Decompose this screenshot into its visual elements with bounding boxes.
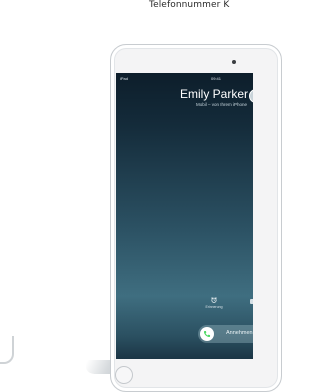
caption-text: Telefonnummer K [149, 0, 230, 10]
caller-subtitle: Mobil – von Ihrem iPhone [195, 102, 247, 107]
front-camera [232, 60, 236, 64]
message-icon[interactable] [250, 299, 253, 304]
caller-avatar [249, 89, 253, 103]
ipad-screen: iPad 09:41 Emily Parker Mobil – von Ihre… [116, 73, 253, 359]
reminder-label: Erinnerung [205, 305, 223, 309]
alarm-clock-icon [211, 297, 217, 303]
home-button[interactable] [115, 366, 133, 384]
background-device-edge [0, 336, 14, 364]
caller-name: Emily Parker [179, 87, 248, 101]
phone-icon [203, 330, 211, 338]
answer-label: Annehmen [226, 330, 253, 336]
background-device [0, 330, 14, 364]
status-carrier: iPad [120, 76, 129, 81]
answer-slider[interactable]: Annehmen [198, 325, 253, 343]
reminder-button[interactable]: Erinnerung [202, 297, 226, 309]
answer-slider-knob[interactable] [200, 327, 214, 341]
status-time: 09:41 [211, 76, 222, 81]
